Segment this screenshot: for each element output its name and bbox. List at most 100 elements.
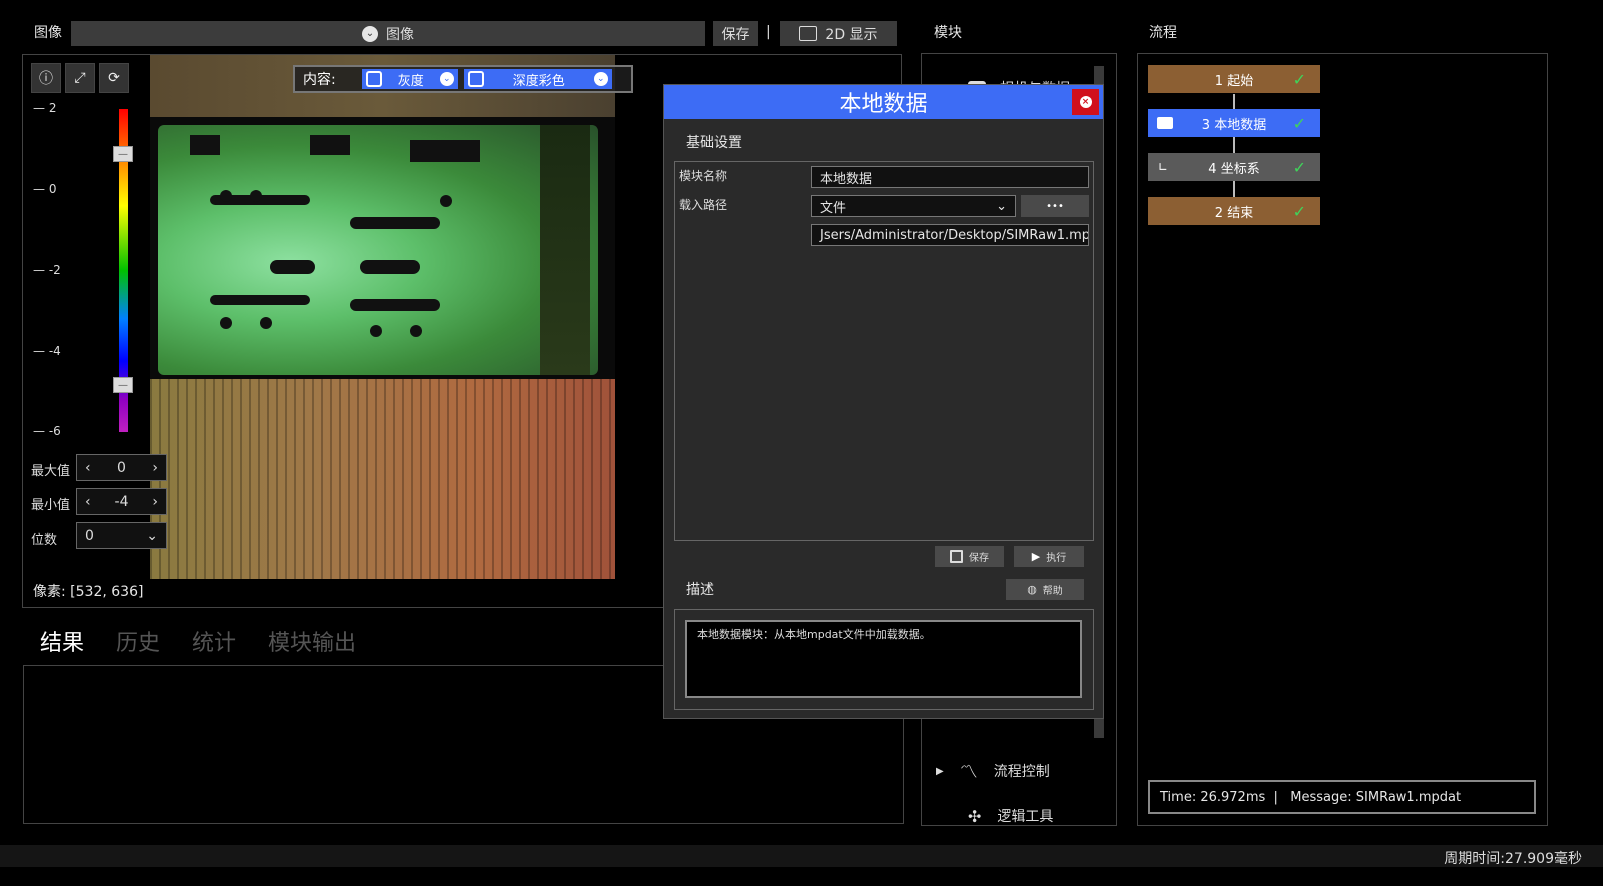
module-panel-title: 模块 (934, 25, 962, 41)
module-item-logic[interactable]: ✣ 逻辑工具 (968, 806, 1053, 826)
module-name-label: 模块名称 (679, 169, 728, 183)
dialog-save-button[interactable]: 保存 (935, 546, 1004, 567)
cycle-time: 周期时间:27.909毫秒 (1444, 851, 1582, 867)
toolbar-separator: | (766, 24, 771, 40)
digits-select[interactable]: 0 ⌄ (76, 522, 167, 549)
chevron-left-icon[interactable]: ‹ (85, 460, 91, 476)
digits-value: 0 (85, 527, 94, 544)
pixel-readout: 像素: [532, 636] (33, 584, 144, 600)
tab-module-output[interactable]: 模块输出 (268, 625, 356, 657)
scale-tick: — -4 (33, 344, 61, 358)
chevron-down-icon: ⌄ (439, 72, 454, 86)
fit-screen-icon[interactable]: ⤢ (65, 63, 95, 93)
max-value-stepper[interactable]: ‹ 0 › (76, 454, 167, 481)
chevron-down-icon: ⌄ (593, 72, 608, 86)
refresh-icon[interactable]: ⟳ (99, 63, 129, 93)
path-type-value: 文件 (820, 200, 847, 216)
min-label: 最小值 (31, 498, 71, 513)
basic-settings-group: 模块名称 本地数据 载入路径 文件 ⌄ ••• Jsers/Administra… (674, 161, 1094, 541)
footer-bar: 周期时间:27.909毫秒 (0, 845, 1603, 886)
flow-step-label: 4 坐标系 (1208, 161, 1260, 177)
help-button[interactable]: ◍ 帮助 (1006, 579, 1084, 600)
file-path-input[interactable]: Jsers/Administrator/Desktop/SIMRaw1.mpda… (811, 224, 1089, 246)
path-type-select[interactable]: 文件 ⌄ (811, 195, 1016, 217)
load-path-label: 载入路径 (679, 198, 728, 212)
content-label: 内容: (303, 72, 336, 88)
image-icon (799, 26, 818, 41)
chevron-right-icon[interactable]: › (152, 460, 158, 476)
scale-max-handle[interactable]: — (113, 146, 133, 162)
flow-canvas[interactable]: 1 起始 ✓ 3 本地数据 ✓ ∟ 4 坐标系 ✓ 2 结束 ✓ Time: 2… (1137, 53, 1548, 826)
display-mode-button[interactable]: 2D 显示 (780, 21, 897, 46)
gray-toggle[interactable]: 灰度 ⌄ (361, 69, 458, 89)
flow-step-local-data[interactable]: 3 本地数据 ✓ (1148, 109, 1320, 137)
image-source-value: 图像 (386, 26, 414, 43)
trend-icon: 〽 (959, 762, 978, 783)
check-icon: ✓ (1292, 69, 1306, 89)
image-panel-title: 图像 (34, 25, 62, 41)
scale-tick: — 2 (33, 101, 57, 115)
max-label: 最大值 (31, 464, 71, 479)
folder-icon (1157, 117, 1173, 129)
flow-status-bar: Time: 26.972ms | Message: SIMRaw1.mpdat (1148, 780, 1536, 814)
axis-icon: ∟ (1158, 160, 1169, 174)
digits-label: 位数 (31, 533, 58, 548)
flow-step-start[interactable]: 1 起始 ✓ (1148, 65, 1320, 93)
check-icon: ✓ (1292, 113, 1306, 133)
logic-icon: ✣ (968, 806, 982, 826)
chevron-down-icon: ⌄ (146, 527, 158, 544)
scale-tick: — -2 (33, 263, 61, 277)
flow-step-label: 2 结束 (1214, 205, 1254, 221)
info-icon[interactable]: ⓘ (31, 63, 61, 93)
max-value: 0 (117, 459, 126, 476)
scale-tick: — -6 (33, 424, 61, 438)
dialog-run-button[interactable]: ▶ 执行 (1014, 546, 1084, 567)
module-item-flow-control[interactable]: ▶ 〽 流程控制 (936, 758, 1050, 784)
tab-statistics[interactable]: 统计 (192, 625, 236, 657)
flow-step-label: 1 起始 (1214, 73, 1254, 89)
gray-toggle-label: 灰度 (397, 73, 424, 89)
description-text: 本地数据模块：从本地mpdat文件中加载数据。 (685, 620, 1082, 698)
depth-color-label: 深度彩色 (512, 73, 565, 89)
chevron-down-icon: ⌄ (996, 198, 1007, 214)
flow-step-coordinate[interactable]: ∟ 4 坐标系 ✓ (1148, 153, 1320, 181)
description-group: 本地数据模块：从本地mpdat文件中加载数据。 (674, 609, 1094, 710)
tab-history[interactable]: 历史 (116, 625, 160, 657)
close-icon: × (1079, 96, 1092, 108)
scale-tick: — 0 (33, 182, 57, 196)
checkbox-icon (365, 71, 382, 87)
image-save-button[interactable]: 保存 (713, 21, 758, 46)
content-toggle-bar: 内容: 灰度 ⌄ 深度彩色 ⌄ (293, 65, 633, 93)
dialog-close-button[interactable]: × (1072, 89, 1099, 115)
chevron-right-icon[interactable]: › (152, 494, 158, 510)
min-value: -4 (114, 493, 129, 510)
flow-step-end[interactable]: 2 结束 ✓ (1148, 197, 1320, 225)
local-data-dialog: 本地数据 × 基础设置 模块名称 本地数据 载入路径 文件 ⌄ ••• Jser… (663, 84, 1104, 719)
depth-image[interactable] (150, 55, 615, 579)
chevron-left-icon[interactable]: ‹ (85, 494, 91, 510)
check-icon: ✓ (1292, 201, 1306, 221)
description-heading: 描述 (686, 582, 714, 598)
browse-button[interactable]: ••• (1021, 195, 1089, 217)
play-icon: ▶ (1031, 550, 1041, 563)
tab-results[interactable]: 结果 (40, 625, 84, 657)
chevron-down-icon: ⌄ (362, 25, 378, 42)
min-value-stepper[interactable]: ‹ -4 › (76, 488, 167, 515)
module-item-label: 逻辑工具 (997, 809, 1054, 825)
check-icon: ✓ (1292, 157, 1306, 177)
globe-icon: ◍ (1027, 583, 1037, 596)
scale-min-handle[interactable]: — (113, 377, 133, 393)
result-tabs: 结果 历史 统计 模块输出 (40, 625, 388, 657)
flow-panel-title: 流程 (1149, 25, 1177, 41)
module-name-input[interactable]: 本地数据 (811, 166, 1089, 188)
dialog-title-bar[interactable]: 本地数据 (664, 85, 1103, 119)
checkbox-icon (467, 71, 484, 87)
save-icon (950, 550, 963, 563)
depth-color-toggle[interactable]: 深度彩色 ⌄ (463, 69, 612, 89)
display-mode-label: 2D 显示 (825, 26, 878, 43)
expand-arrow-icon: ▶ (936, 765, 944, 777)
module-item-label: 流程控制 (993, 764, 1050, 780)
image-source-selector[interactable]: ⌄ 图像 (71, 21, 705, 46)
basic-settings-heading: 基础设置 (686, 135, 742, 151)
flow-step-label: 3 本地数据 (1201, 117, 1267, 133)
